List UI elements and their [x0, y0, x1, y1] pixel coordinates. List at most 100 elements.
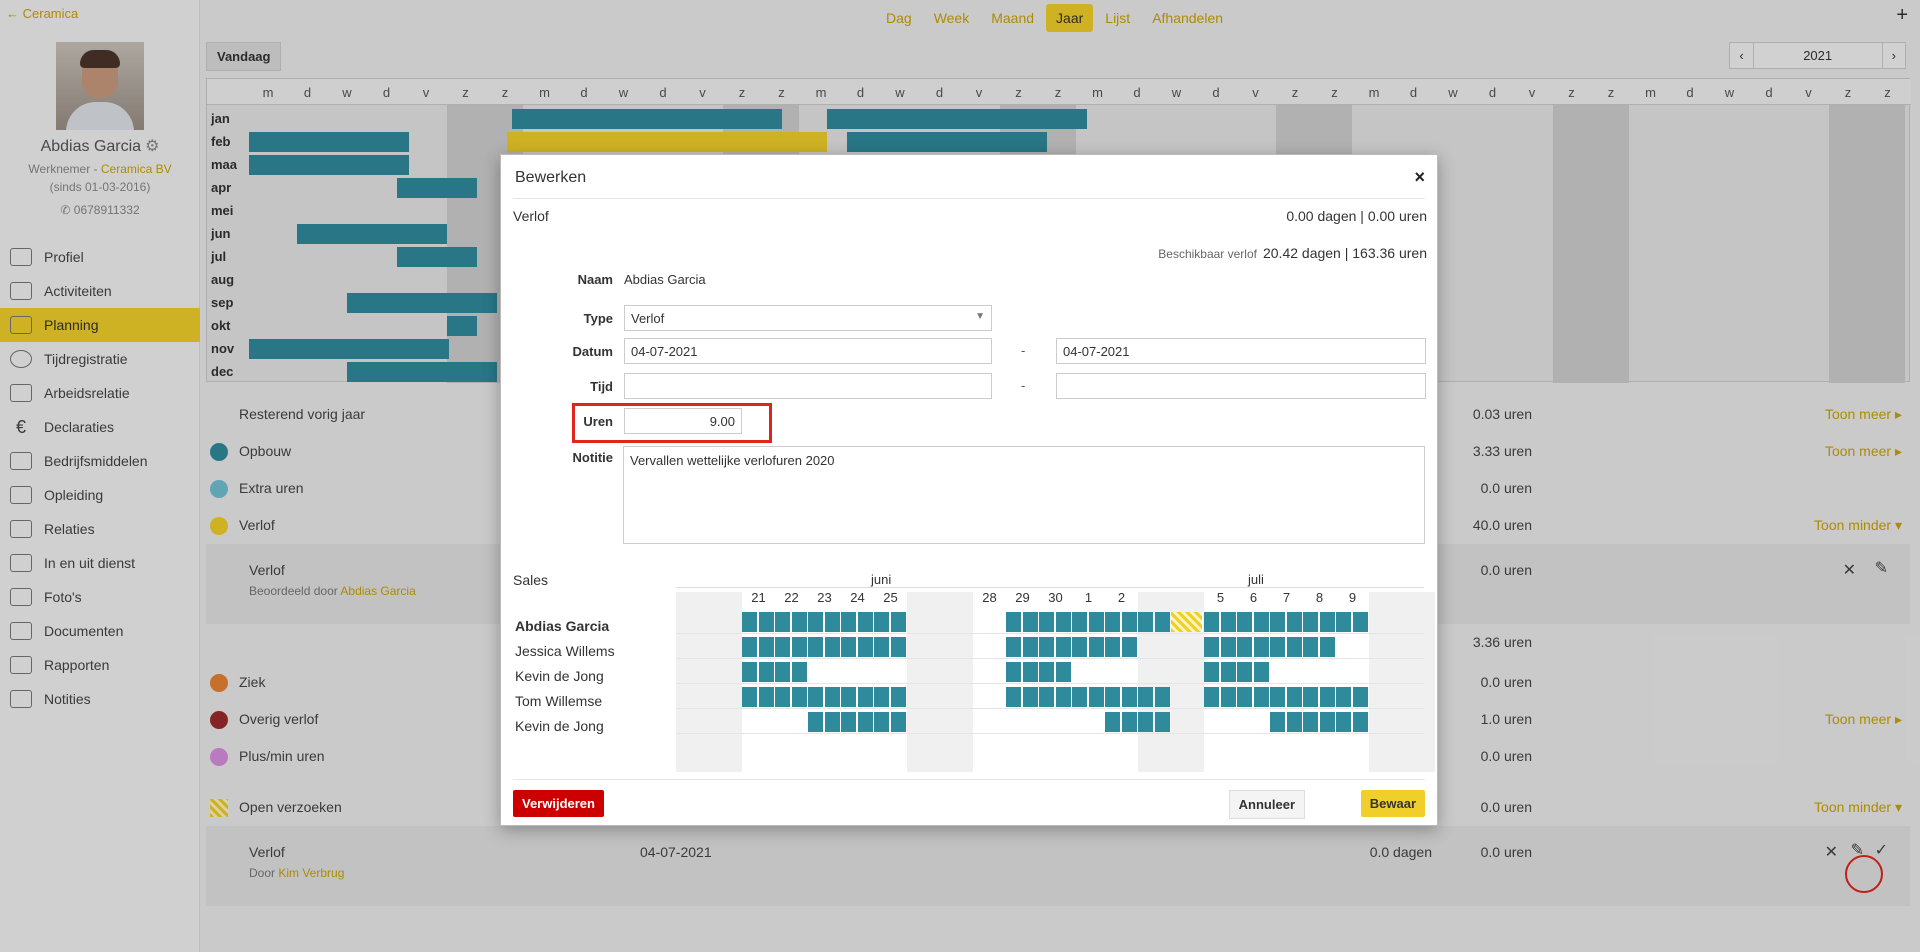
planned-cell: [1154, 687, 1171, 707]
date-from-input[interactable]: 04-07-2021: [624, 338, 992, 364]
planning-day-label: 2: [1117, 590, 1126, 605]
planned-cell: [1336, 712, 1352, 732]
planning-person-name: Tom Willemse: [515, 693, 603, 709]
time-separator: -: [1021, 378, 1026, 393]
planned-cell: [1055, 662, 1072, 682]
planning-row: [676, 660, 1424, 684]
planned-cell: [775, 637, 791, 657]
planned-cell: [808, 687, 824, 707]
planning-day-label: 5: [1216, 590, 1225, 605]
planning-day-label: 29: [1015, 590, 1030, 605]
planning-row: [676, 610, 1424, 634]
planned-cell: [1105, 712, 1121, 732]
planning-day-label: 25: [883, 590, 898, 605]
time-from-input[interactable]: [624, 373, 992, 399]
naam-value: Abdias Garcia: [624, 272, 706, 287]
planned-cell: [1022, 662, 1039, 682]
close-icon[interactable]: ×: [1414, 167, 1425, 188]
planned-cell: [1237, 687, 1253, 707]
planned-cell: [1319, 687, 1336, 707]
planned-cell: [1303, 712, 1319, 732]
planning-person-name: Kevin de Jong: [515, 668, 604, 684]
planned-cell: [1022, 637, 1039, 657]
planned-cell: [1352, 612, 1369, 632]
planned-cell: [1204, 687, 1220, 707]
planned-cell: [1105, 612, 1121, 632]
planning-day-label: 9: [1348, 590, 1357, 605]
planned-cell: [874, 612, 890, 632]
datum-label: Datum: [572, 344, 613, 359]
planned-cell: [775, 612, 791, 632]
note-textarea[interactable]: Vervallen wettelijke verlofuren 2020: [623, 446, 1425, 544]
planned-cell: [1220, 637, 1237, 657]
planned-cell: [1270, 637, 1286, 657]
naam-label: Naam: [577, 272, 613, 287]
planned-cell: [1006, 637, 1022, 657]
save-button[interactable]: Bewaar: [1360, 790, 1425, 817]
planning-day-label: 24: [850, 590, 865, 605]
planning-day-label: 22: [784, 590, 799, 605]
planned-cell: [1270, 612, 1286, 632]
planned-cell: [1022, 687, 1039, 707]
planned-cell: [742, 662, 758, 682]
planned-cell: [758, 637, 775, 657]
pending-leave-cell[interactable]: [1171, 612, 1203, 632]
planned-cell: [808, 612, 824, 632]
date-to-input[interactable]: 04-07-2021: [1056, 338, 1426, 364]
planning-month-label: juni: [871, 572, 892, 587]
modal-title: Bewerken: [515, 169, 587, 186]
planned-cell: [1121, 612, 1138, 632]
cancel-button[interactable]: Annuleer: [1228, 790, 1305, 819]
planning-row: [676, 635, 1424, 659]
planned-cell: [1072, 637, 1088, 657]
available-leave: Beschikbaar verlof 20.42 dagen | 163.36 u…: [1158, 245, 1427, 261]
time-to-input[interactable]: [1056, 373, 1426, 399]
planned-cell: [1121, 712, 1138, 732]
planned-cell: [775, 662, 791, 682]
planning-day-label: 30: [1048, 590, 1063, 605]
planned-cell: [1253, 637, 1270, 657]
planned-cell: [1072, 687, 1088, 707]
planned-cell: [1105, 687, 1121, 707]
highlight-box: [572, 403, 772, 443]
planned-cell: [857, 612, 874, 632]
planned-cell: [874, 687, 890, 707]
planned-cell: [841, 712, 857, 732]
planned-cell: [1088, 687, 1105, 707]
planning-month-header: juni juli: [676, 570, 1424, 588]
planning-day-label: 7: [1282, 590, 1291, 605]
planned-cell: [791, 612, 808, 632]
planned-cell: [1286, 687, 1303, 707]
planned-cell: [890, 712, 907, 732]
planning-person-name: Abdias Garcia: [515, 618, 610, 634]
planning-day-label: 6: [1249, 590, 1258, 605]
planned-cell: [1220, 612, 1237, 632]
planned-cell: [1319, 637, 1336, 657]
planned-cell: [1303, 637, 1319, 657]
planned-cell: [874, 712, 890, 732]
planned-cell: [742, 637, 758, 657]
planned-cell: [1286, 612, 1303, 632]
planning-person-name: Kevin de Jong: [515, 718, 604, 734]
planned-cell: [1220, 662, 1237, 682]
planned-cell: [1204, 637, 1220, 657]
planned-cell: [1022, 612, 1039, 632]
planned-cell: [1270, 712, 1286, 732]
planned-cell: [791, 687, 808, 707]
planned-cell: [841, 687, 857, 707]
planned-cell: [890, 612, 907, 632]
planned-cell: [824, 687, 841, 707]
planned-cell: [1270, 687, 1286, 707]
planned-cell: [1006, 687, 1022, 707]
planned-cell: [758, 612, 775, 632]
delete-button[interactable]: Verwijderen: [513, 790, 604, 817]
planned-cell: [841, 637, 857, 657]
planning-day-label: 1: [1084, 590, 1093, 605]
planned-cell: [857, 637, 874, 657]
planned-cell: [1121, 687, 1138, 707]
type-select[interactable]: Verlof ▼: [624, 305, 992, 331]
planned-cell: [1286, 637, 1303, 657]
planned-cell: [1138, 712, 1154, 732]
planned-cell: [824, 637, 841, 657]
planned-cell: [808, 637, 824, 657]
